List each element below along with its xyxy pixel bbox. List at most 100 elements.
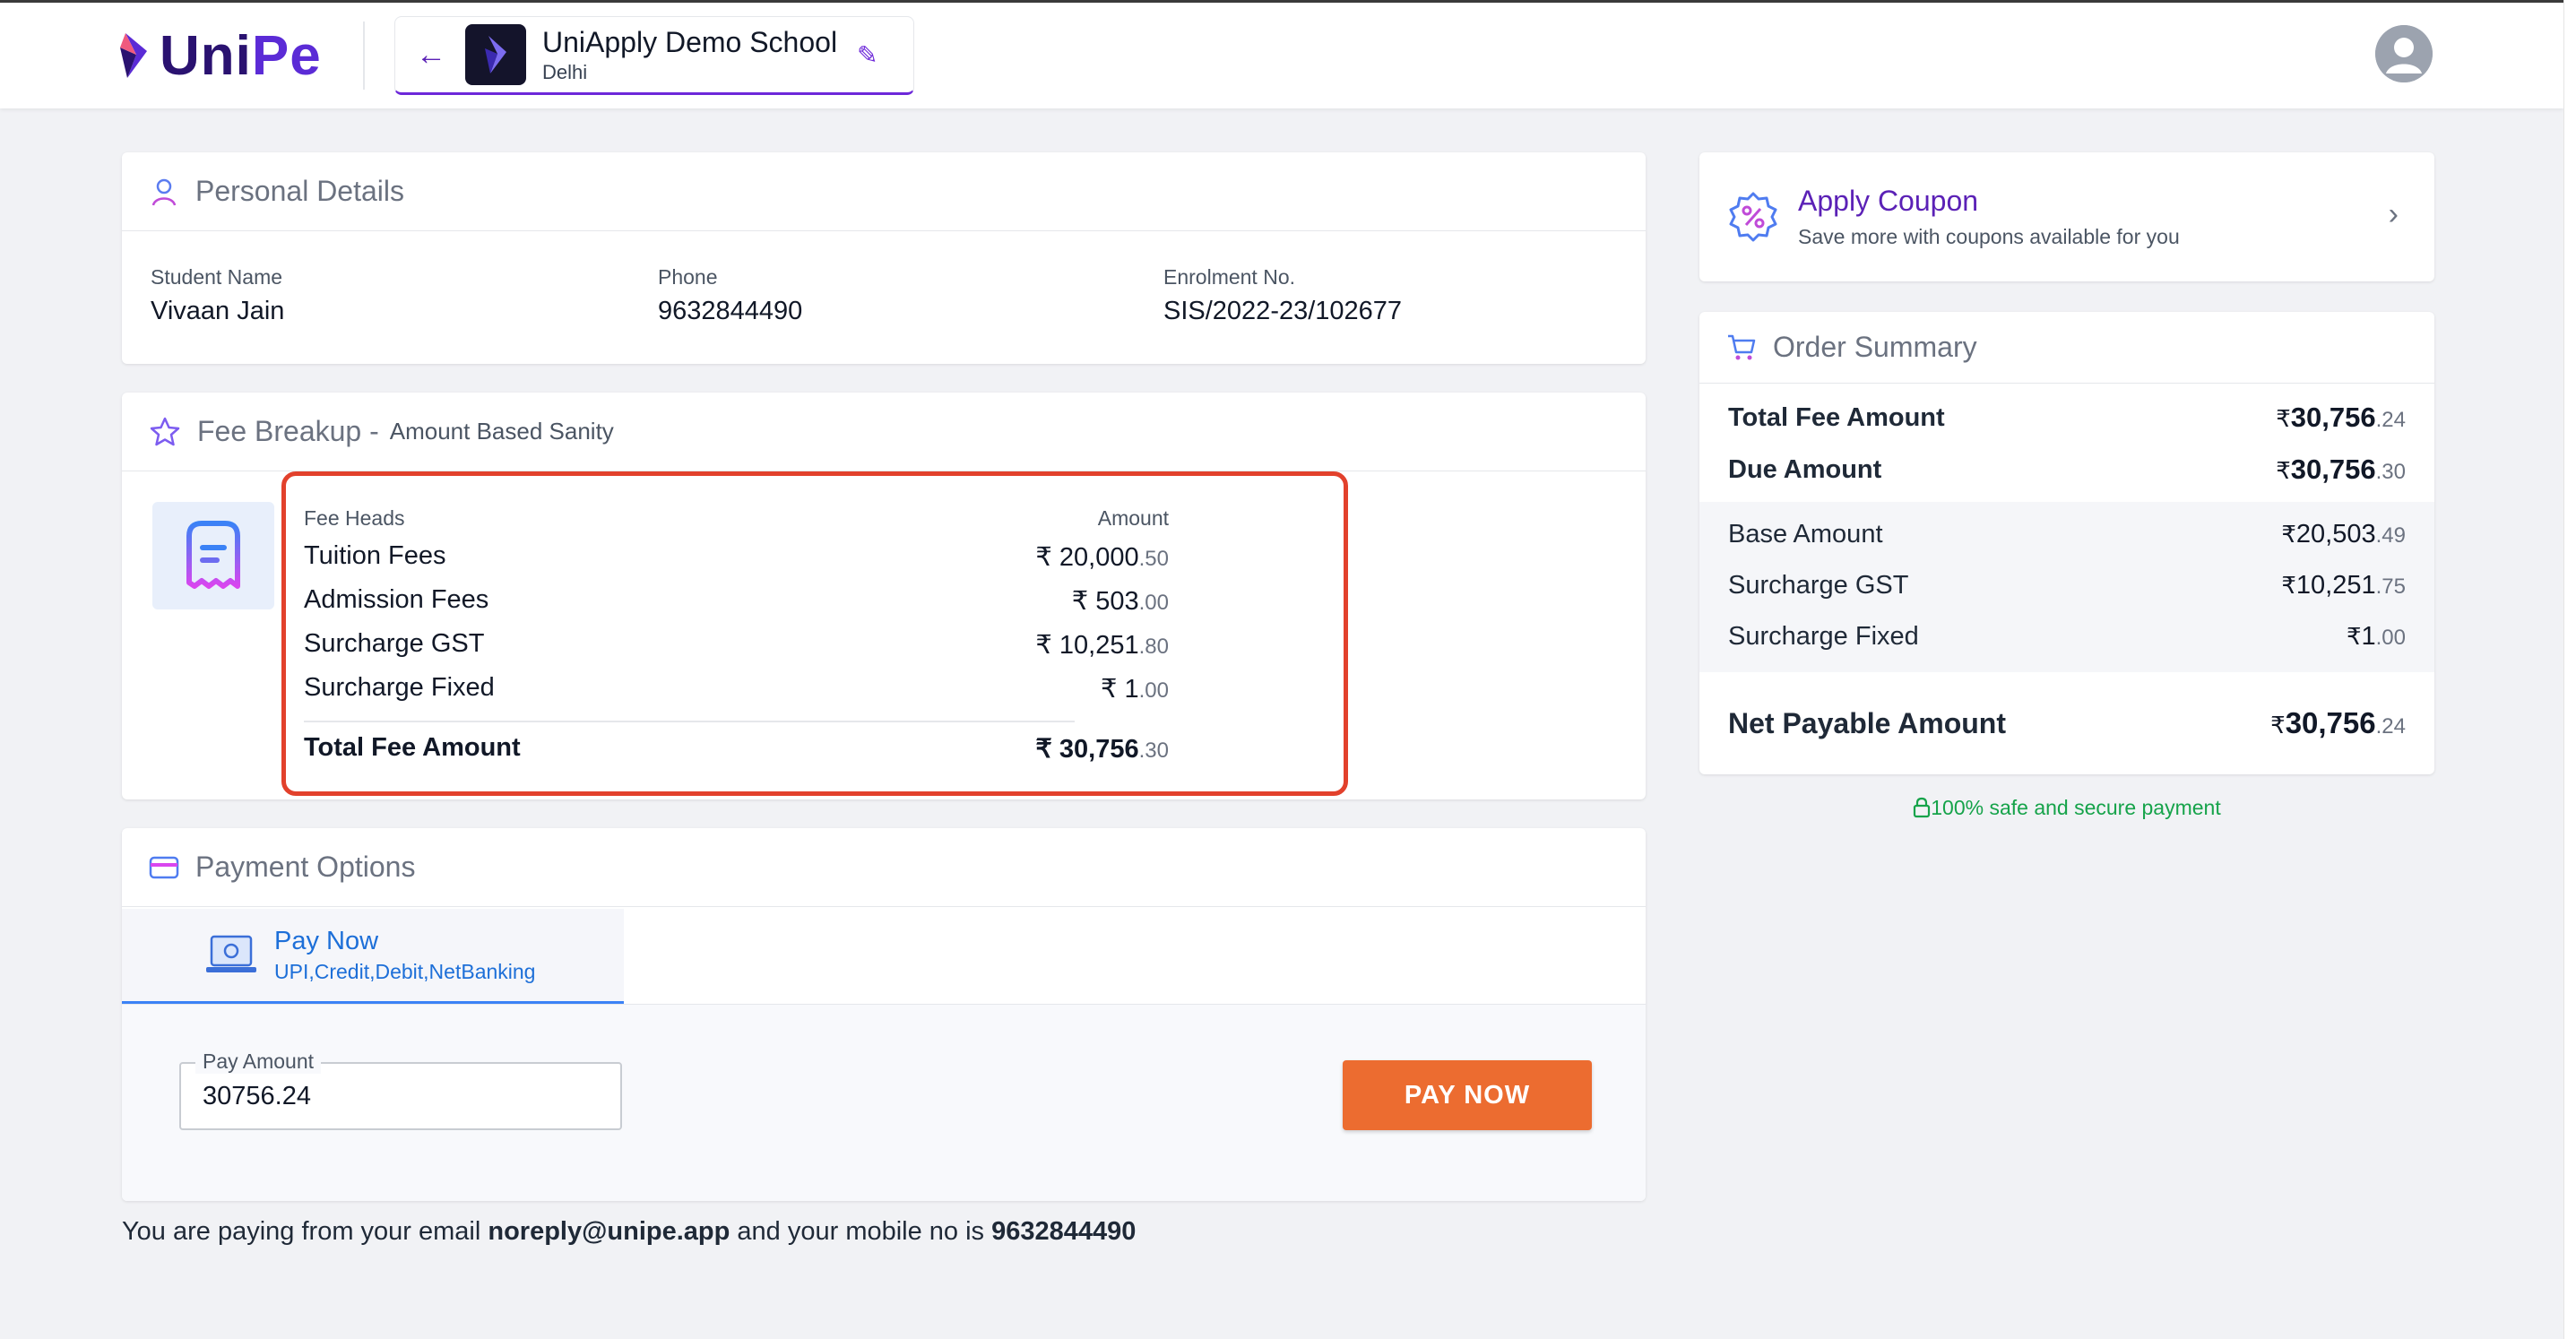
order-summary-card: Order Summary Total Fee Amount ₹30,756.2… [1699, 312, 2434, 774]
surcharge-fixed-row: Surcharge Fixed ₹1.00 [1728, 622, 2406, 652]
apply-coupon-subtitle: Save more with coupons available for you [1798, 225, 2180, 248]
payment-options-title: Payment Options [195, 851, 416, 883]
net-payable-label: Net Payable Amount [1728, 706, 2006, 739]
student-name-label: Student Name [151, 265, 283, 289]
secure-payment-note: 100% safe and secure payment [1699, 796, 2434, 820]
user-avatar-icon [2375, 25, 2433, 82]
laptop-payment-icon [206, 935, 256, 972]
cart-icon [1728, 334, 1756, 359]
net-payable-decimal: .24 [2375, 714, 2406, 739]
summary-decimal: .24 [2375, 408, 2406, 432]
net-payable-amount: 30,756 [2285, 706, 2376, 739]
fee-total-label: Total Fee Amount [304, 733, 521, 762]
rupee-symbol: ₹ [1071, 587, 1089, 616]
unipe-logo[interactable]: UniPe [117, 25, 322, 87]
fee-amount: 503 [1095, 587, 1139, 616]
fee-row: Admission Fees ₹ 503.00 [304, 585, 1169, 617]
payment-form-area: Pay Amount 30756.24 PAY NOW [122, 1004, 1646, 1201]
rupee-symbol: ₹ [2346, 623, 2362, 650]
phone-label: Phone [658, 265, 718, 289]
base-amount-row: Base Amount ₹20,503.49 [1728, 520, 2406, 549]
edit-pencil-icon[interactable]: ✎ [857, 40, 877, 70]
summary-label: Surcharge GST [1728, 571, 1909, 600]
fee-decimal: .80 [1138, 635, 1169, 659]
tab-pay-now[interactable]: Pay Now UPI,Credit,Debit,NetBanking [122, 909, 624, 1004]
payment-options-card: Payment Options Pay Now UPI,Credit,Debit… [122, 828, 1646, 1201]
fee-total-decimal: .30 [1138, 739, 1169, 763]
secure-payment-text: 100% safe and secure payment [1931, 796, 2221, 819]
school-logo-icon [485, 36, 506, 73]
fee-amount: 1 [1124, 675, 1139, 704]
summary-label: Total Fee Amount [1728, 402, 1945, 432]
summary-decimal: .00 [2375, 626, 2406, 650]
school-logo [465, 24, 526, 85]
rupee-symbol: ₹ [1100, 675, 1118, 704]
rupee-symbol: ₹ [2281, 572, 2296, 599]
fee-row: Surcharge GST ₹ 10,251.80 [304, 629, 1169, 661]
enrolment-value: SIS/2022-23/102677 [1163, 297, 1403, 325]
rupee-symbol: ₹ [2276, 457, 2291, 484]
fee-decimal: .50 [1138, 547, 1169, 571]
payment-info-note: You are paying from your email noreply@u… [122, 1217, 1136, 1247]
star-icon [150, 417, 180, 445]
logo-text: UniPe [160, 24, 322, 87]
lock-icon [1914, 797, 1931, 818]
user-avatar[interactable] [2375, 25, 2433, 82]
total-fee-amount-row: Total Fee Amount ₹30,756.24 [1728, 402, 2406, 434]
summary-label: Due Amount [1728, 454, 1882, 484]
fee-head: Surcharge Fixed [304, 673, 495, 702]
summary-decimal: .49 [2375, 523, 2406, 548]
receipt-illustration [152, 502, 274, 609]
net-payable-row: Net Payable Amount ₹30,756.24 [1728, 706, 2406, 740]
summary-amount: 20,503 [2295, 520, 2376, 549]
summary-amount: 30,756 [2290, 402, 2376, 433]
receipt-icon [186, 521, 240, 589]
pay-amount-field[interactable]: Pay Amount 30756.24 [179, 1050, 622, 1130]
pay-now-button[interactable]: PAY NOW [1343, 1060, 1592, 1130]
coupon-percent-icon [1729, 192, 1777, 242]
school-name: UniApply Demo School [542, 25, 838, 58]
fee-decimal: .00 [1138, 591, 1169, 615]
apply-coupon-card[interactable]: Apply Coupon Save more with coupons avai… [1699, 152, 2434, 281]
fee-total-amount: 30,756 [1059, 735, 1139, 764]
fee-total-row: Total Fee Amount ₹ 30,756.30 [304, 733, 1169, 765]
back-arrow-icon[interactable]: ← [413, 38, 449, 73]
rupee-symbol: ₹ [1035, 631, 1052, 660]
school-selector[interactable]: ← UniApply Demo School Delhi ✎ [394, 16, 914, 95]
due-amount-row: Due Amount ₹30,756.30 [1728, 454, 2406, 486]
summary-amount: 30,756 [2290, 454, 2376, 485]
header-divider [363, 22, 365, 90]
fee-table-highlight: Fee Heads Amount Tuition Fees ₹ 20,000.5… [281, 471, 1348, 796]
surcharge-gst-row: Surcharge GST ₹10,251.75 [1728, 571, 2406, 600]
phone-value: 9632844490 [658, 297, 803, 325]
personal-details-title: Personal Details [195, 175, 404, 207]
personal-details-card: Personal Details Student Name Vivaan Jai… [122, 152, 1646, 364]
scrollbar[interactable] [2563, 0, 2576, 1339]
summary-label: Base Amount [1728, 520, 1883, 549]
fee-row: Tuition Fees ₹ 20,000.50 [304, 541, 1169, 573]
enrolment-field: Enrolment No. SIS/2022-23/102677 [1163, 265, 1402, 326]
enrolment-label: Enrolment No. [1163, 265, 1296, 289]
summary-label: Surcharge Fixed [1728, 622, 1919, 651]
summary-breakdown: Base Amount ₹20,503.49 Surcharge GST ₹10… [1699, 502, 2434, 672]
summary-amount: 10,251 [2295, 571, 2376, 600]
tab-pay-now-title: Pay Now [274, 926, 379, 955]
rupee-symbol: ₹ [1035, 735, 1052, 764]
note-phone: 9632844490 [991, 1217, 1137, 1246]
pay-amount-label: Pay Amount [195, 1050, 322, 1074]
chevron-right-icon[interactable]: › [2389, 197, 2399, 232]
note-text-b: and your mobile no is [730, 1217, 992, 1246]
rupee-symbol: ₹ [2270, 712, 2286, 739]
fee-total-divider [304, 721, 1075, 722]
student-name-field: Student Name Vivaan Jain [151, 265, 284, 326]
fee-table-header: Fee Heads Amount [304, 506, 1169, 531]
pay-amount-value: 30756.24 [203, 1082, 311, 1110]
rupee-symbol: ₹ [2276, 405, 2291, 432]
top-bar [0, 0, 2563, 108]
apply-coupon-title: Apply Coupon [1798, 185, 1979, 217]
school-city: Delhi [542, 60, 588, 83]
fee-head: Tuition Fees [304, 541, 446, 570]
fee-breakup-title: Fee Breakup - [197, 415, 379, 447]
phone-field: Phone 9632844490 [658, 265, 802, 326]
person-icon [151, 178, 177, 205]
